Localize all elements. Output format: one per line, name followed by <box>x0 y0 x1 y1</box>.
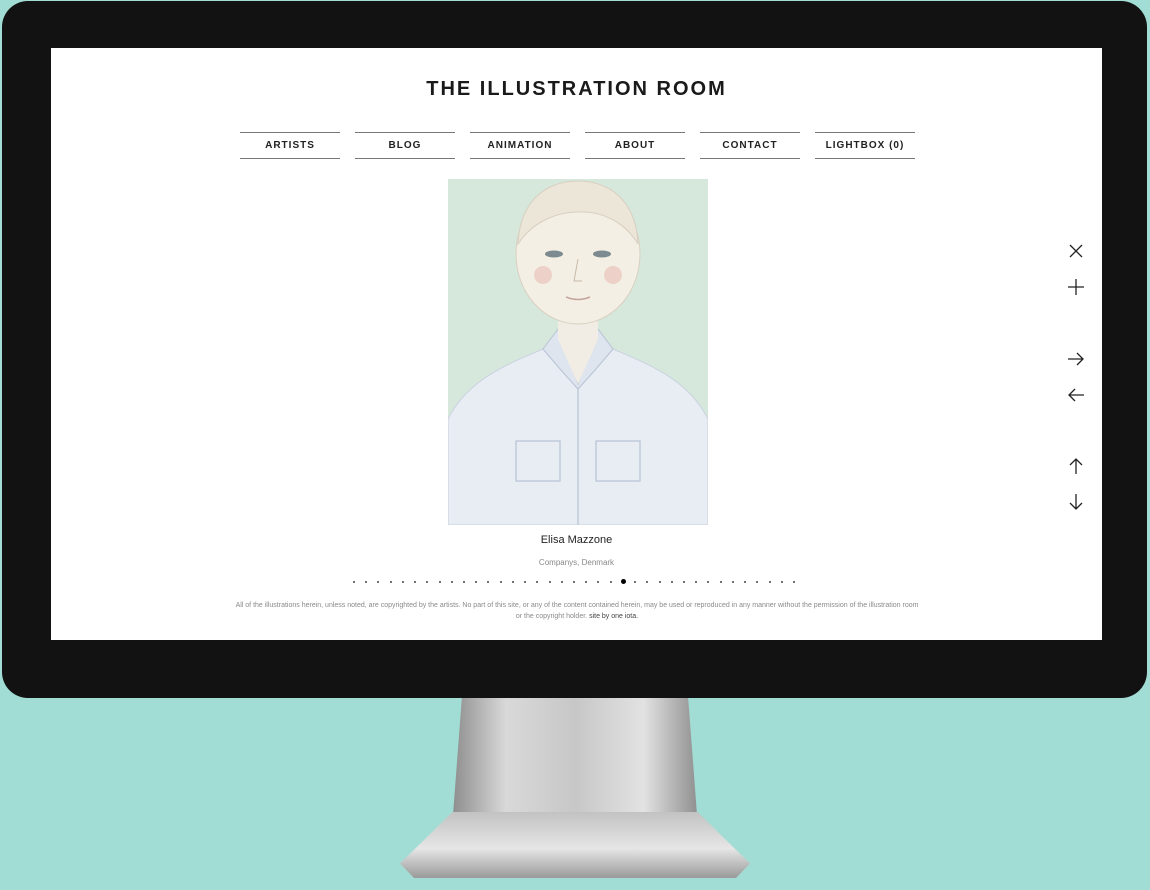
nav-lightbox[interactable]: LIGHTBOX (0) <box>815 132 915 159</box>
artwork-image[interactable] <box>447 179 709 526</box>
pagination-dot[interactable] <box>609 581 612 583</box>
arrow-right-icon[interactable] <box>1063 346 1089 372</box>
pagination-dot[interactable] <box>426 581 429 583</box>
arrow-down-icon[interactable] <box>1063 489 1089 515</box>
pagination-dot[interactable] <box>670 581 673 583</box>
pagination-dot[interactable] <box>646 581 649 583</box>
monitor-stand-base <box>400 812 750 878</box>
site-credit-link[interactable]: site by one iota. <box>589 613 638 620</box>
pagination-dot[interactable] <box>487 581 490 583</box>
pagination-dots <box>353 579 798 587</box>
pagination-dot[interactable] <box>707 581 710 583</box>
pagination-dot[interactable] <box>353 581 355 583</box>
copyright-footer: All of the illustrations herein, unless … <box>233 600 921 622</box>
site-title[interactable]: THE ILLUSTRATION ROOM <box>51 78 1102 101</box>
pagination-dot[interactable] <box>463 581 465 583</box>
pagination-dot[interactable] <box>585 581 588 583</box>
pagination-dot[interactable] <box>719 581 722 583</box>
arrow-left-icon[interactable] <box>1063 382 1089 408</box>
pagination-dot[interactable] <box>573 581 575 583</box>
main-nav: ARTISTS BLOG ANIMATION ABOUT CONTACT LIG… <box>240 132 916 159</box>
pagination-dot[interactable] <box>548 581 551 583</box>
pagination-dot[interactable] <box>731 581 734 583</box>
pagination-dot[interactable] <box>377 581 380 583</box>
pagination-dot[interactable] <box>450 581 453 583</box>
pagination-dot[interactable] <box>365 581 368 583</box>
plus-icon[interactable] <box>1063 274 1089 300</box>
nav-animation[interactable]: ANIMATION <box>470 132 570 159</box>
pagination-dot[interactable] <box>793 581 795 583</box>
nav-contact[interactable]: CONTACT <box>700 132 800 159</box>
pagination-dot[interactable] <box>499 581 502 583</box>
pagination-dot[interactable] <box>438 581 441 583</box>
pagination-dot[interactable] <box>475 581 478 583</box>
artist-location: Companys, Denmark <box>538 558 615 567</box>
pagination-dot[interactable] <box>597 581 600 583</box>
close-icon[interactable] <box>1063 238 1089 264</box>
nav-blog[interactable]: BLOG <box>355 132 455 159</box>
monitor-bezel: THE ILLUSTRATION ROOM ARTISTS BLOG ANIMA… <box>2 1 1147 698</box>
copyright-text: All of the illustrations herein, unless … <box>235 602 919 620</box>
nav-about[interactable]: ABOUT <box>585 132 685 159</box>
monitor-stand-neck <box>452 698 698 828</box>
nav-artists[interactable]: ARTISTS <box>240 132 340 159</box>
pagination-dot[interactable] <box>389 581 392 583</box>
pagination-dot[interactable] <box>658 581 661 583</box>
arrow-up-icon[interactable] <box>1063 453 1089 479</box>
pagination-dot[interactable] <box>780 581 783 583</box>
pagination-dot[interactable] <box>536 581 539 583</box>
pagination-dot[interactable] <box>524 581 527 583</box>
browser-screen: THE ILLUSTRATION ROOM ARTISTS BLOG ANIMA… <box>51 48 1102 640</box>
pagination-dot[interactable] <box>634 581 637 583</box>
pagination-dot[interactable] <box>414 581 417 583</box>
pagination-dot[interactable] <box>683 581 685 583</box>
pagination-dot[interactable] <box>756 581 759 583</box>
pagination-dot[interactable] <box>768 581 771 583</box>
pagination-dot[interactable] <box>560 581 563 583</box>
pagination-dot[interactable] <box>744 581 747 583</box>
pagination-dot[interactable] <box>620 579 626 584</box>
portrait-illustration <box>447 179 709 526</box>
pagination-dot[interactable] <box>401 581 404 583</box>
pagination-dot[interactable] <box>511 581 514 583</box>
pagination-dot[interactable] <box>695 581 698 583</box>
artist-name[interactable]: Elisa Mazzone <box>51 534 1102 546</box>
